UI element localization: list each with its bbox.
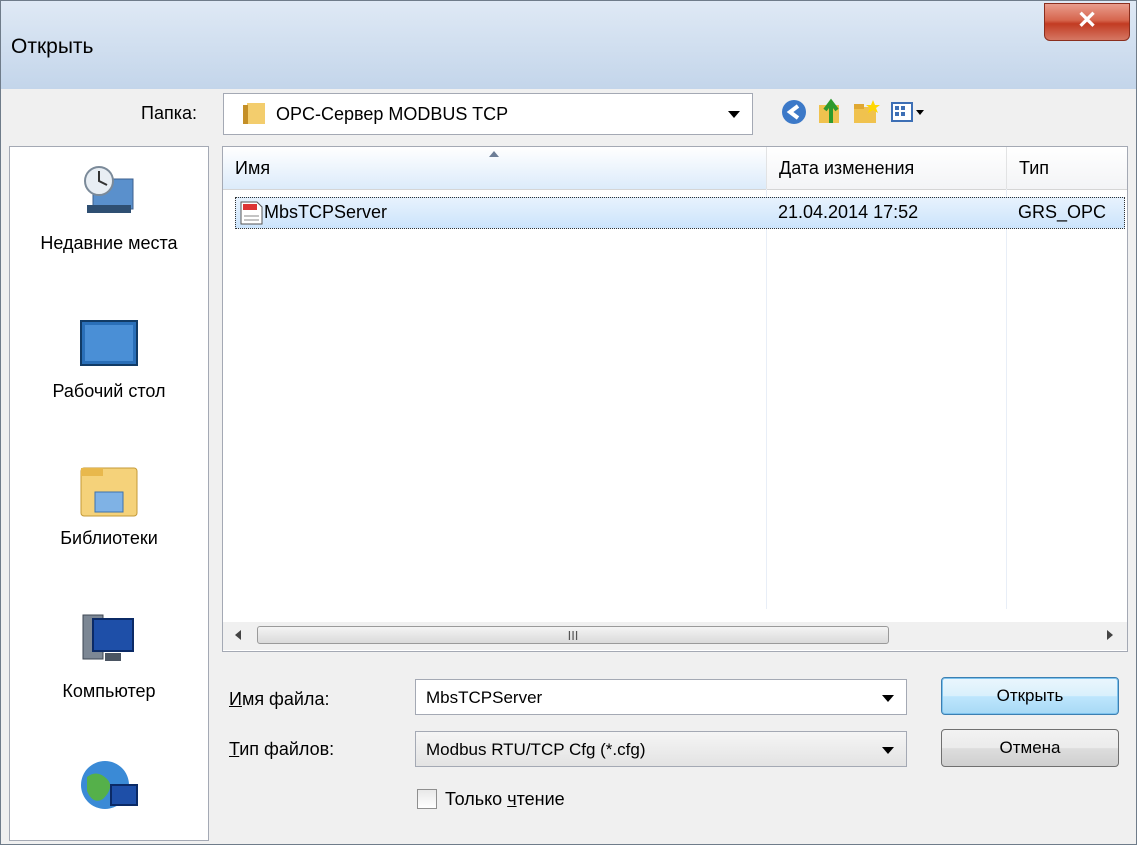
- recent-places-icon: [84, 166, 134, 213]
- place-label: Компьютер: [62, 681, 156, 701]
- table-row[interactable]: MbsTCPServer 21.04.2014 17:52 GRS_OPC: [235, 197, 1125, 229]
- chevron-down-icon[interactable]: [728, 111, 740, 118]
- file-list: Имя Дата изменения Тип MbsTCPServer 21.0…: [222, 146, 1128, 652]
- back-icon[interactable]: [779, 97, 809, 127]
- scroll-left-icon[interactable]: [235, 630, 241, 640]
- readonly-checkbox[interactable]: [417, 789, 437, 809]
- scroll-grip: III: [567, 628, 579, 643]
- file-date: 21.04.2014 17:52: [778, 202, 919, 222]
- close-icon: ✕: [1076, 7, 1098, 34]
- place-label: Недавние места: [40, 233, 178, 253]
- open-button[interactable]: Открыть: [941, 677, 1119, 715]
- chevron-down-icon[interactable]: [882, 695, 894, 702]
- computer-icon: [82, 614, 134, 661]
- folder-label: Папка:: [141, 103, 197, 123]
- dialog-body: Папка: OPC-Сервер MODBUS TCP Недавние ме…: [9, 89, 1128, 841]
- folder-value: OPC-Сервер MODBUS TCP: [276, 104, 509, 124]
- column-divider: [766, 189, 767, 609]
- scroll-right-icon[interactable]: [1107, 630, 1113, 640]
- folder-icon: [243, 103, 265, 124]
- column-divider: [1006, 189, 1007, 609]
- filetype-value: Modbus RTU/TCP Cfg (*.cfg): [426, 740, 646, 759]
- place-computer[interactable]: Компьютер: [10, 609, 208, 704]
- place-label: Рабочий стол: [52, 381, 166, 401]
- open-file-dialog: Открыть ✕ Папка: OPC-Сервер MODBUS TCP Н…: [0, 0, 1137, 845]
- place-network[interactable]: [10, 755, 208, 824]
- cancel-button[interactable]: Отмена: [941, 729, 1119, 767]
- chevron-down-icon[interactable]: [882, 747, 894, 754]
- network-icon: [81, 761, 138, 809]
- filetype-label: Тип файлов:: [229, 739, 335, 759]
- filename-combo[interactable]: MbsTCPServer: [415, 679, 907, 715]
- filetype-combo[interactable]: Modbus RTU/TCP Cfg (*.cfg): [415, 731, 907, 767]
- column-header-date[interactable]: Дата изменения: [767, 147, 1007, 189]
- sort-ascending-icon: [489, 151, 499, 157]
- desktop-icon: [80, 320, 138, 366]
- view-menu-icon[interactable]: [889, 97, 929, 127]
- file-type: GRS_OPC: [1018, 202, 1107, 222]
- up-folder-icon[interactable]: [815, 97, 845, 127]
- column-header-type[interactable]: Тип: [1007, 147, 1127, 189]
- list-header: Имя Дата изменения Тип: [223, 147, 1127, 190]
- scroll-thumb[interactable]: III: [257, 626, 889, 644]
- places-bar: Недавние места Рабочий стол Библиотеки К…: [9, 146, 209, 841]
- document-icon: [240, 201, 263, 225]
- place-recent[interactable]: Недавние места: [10, 161, 208, 256]
- filename-label: Имя файла:: [229, 689, 330, 709]
- filename-value: MbsTCPServer: [426, 688, 543, 707]
- place-label: Библиотеки: [60, 528, 158, 548]
- libraries-icon: [80, 467, 138, 517]
- place-libraries[interactable]: Библиотеки: [10, 462, 208, 551]
- title-bar[interactable]: Открыть ✕: [1, 1, 1136, 89]
- close-button[interactable]: ✕: [1044, 3, 1130, 41]
- place-desktop[interactable]: Рабочий стол: [10, 317, 208, 404]
- window-title: Открыть: [11, 35, 94, 58]
- new-folder-icon[interactable]: [851, 97, 881, 127]
- file-name: MbsTCPServer: [264, 202, 388, 222]
- folder-combo[interactable]: OPC-Сервер MODBUS TCP: [223, 93, 753, 135]
- readonly-label[interactable]: Только чтение: [445, 789, 565, 810]
- horizontal-scrollbar[interactable]: III: [223, 622, 1127, 650]
